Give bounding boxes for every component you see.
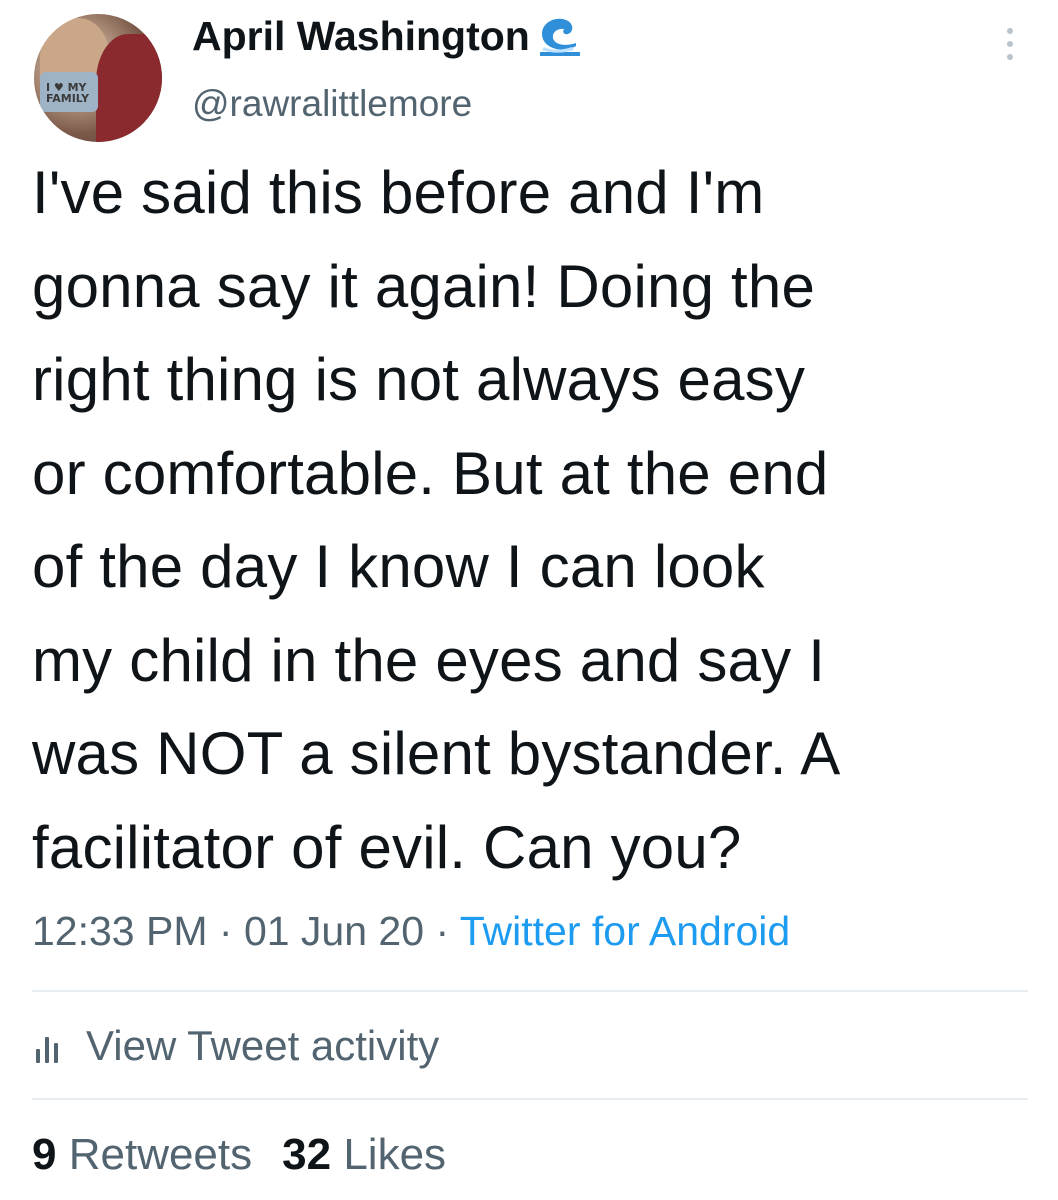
tweet-date[interactable]: 01 Jun 20 bbox=[244, 908, 424, 954]
likes-count: 32 bbox=[282, 1130, 332, 1179]
retweets-label: Retweets bbox=[68, 1130, 253, 1179]
retweets-link[interactable]: 9 Retweets bbox=[32, 1130, 252, 1179]
author-name[interactable]: April Washington bbox=[192, 12, 530, 60]
avatar-shirt: I ♥ MY FAMILY bbox=[40, 72, 98, 112]
divider bbox=[32, 1098, 1028, 1100]
author-name-row[interactable]: April Washington bbox=[192, 12, 582, 60]
view-tweet-activity-button[interactable]: View Tweet activity bbox=[32, 1020, 439, 1072]
tweet-source-link[interactable]: Twitter for Android bbox=[460, 908, 790, 954]
more-vertical-icon[interactable] bbox=[1000, 24, 1020, 64]
wave-emoji-icon bbox=[539, 18, 580, 56]
divider bbox=[32, 990, 1028, 992]
tweet-text: I've said this before and I'm gonna say … bbox=[32, 159, 841, 881]
avatar[interactable]: I ♥ MY FAMILY bbox=[34, 14, 162, 142]
author-handle[interactable]: @rawralittlemore bbox=[192, 82, 472, 126]
bar-chart-icon bbox=[32, 1029, 68, 1063]
engagement-stats: 9 Retweets 32 Likes bbox=[32, 1128, 446, 1182]
activity-label: View Tweet activity bbox=[86, 1022, 440, 1069]
retweets-count: 9 bbox=[32, 1130, 57, 1179]
avatar-coat bbox=[96, 34, 162, 142]
tweet-time[interactable]: 12:33 PM bbox=[32, 908, 208, 954]
avatar-shirt-text: I ♥ MY FAMILY bbox=[46, 81, 90, 105]
likes-label: Likes bbox=[343, 1130, 447, 1179]
meta-separator: · bbox=[207, 908, 244, 954]
tweet-card: I ♥ MY FAMILY April Washington @rawralit… bbox=[0, 0, 1058, 1200]
meta-separator: · bbox=[424, 908, 460, 954]
likes-link[interactable]: 32 Likes bbox=[282, 1130, 446, 1179]
tweet-meta: 12:33 PM · 01 Jun 20 · Twitter for Andro… bbox=[32, 905, 790, 957]
